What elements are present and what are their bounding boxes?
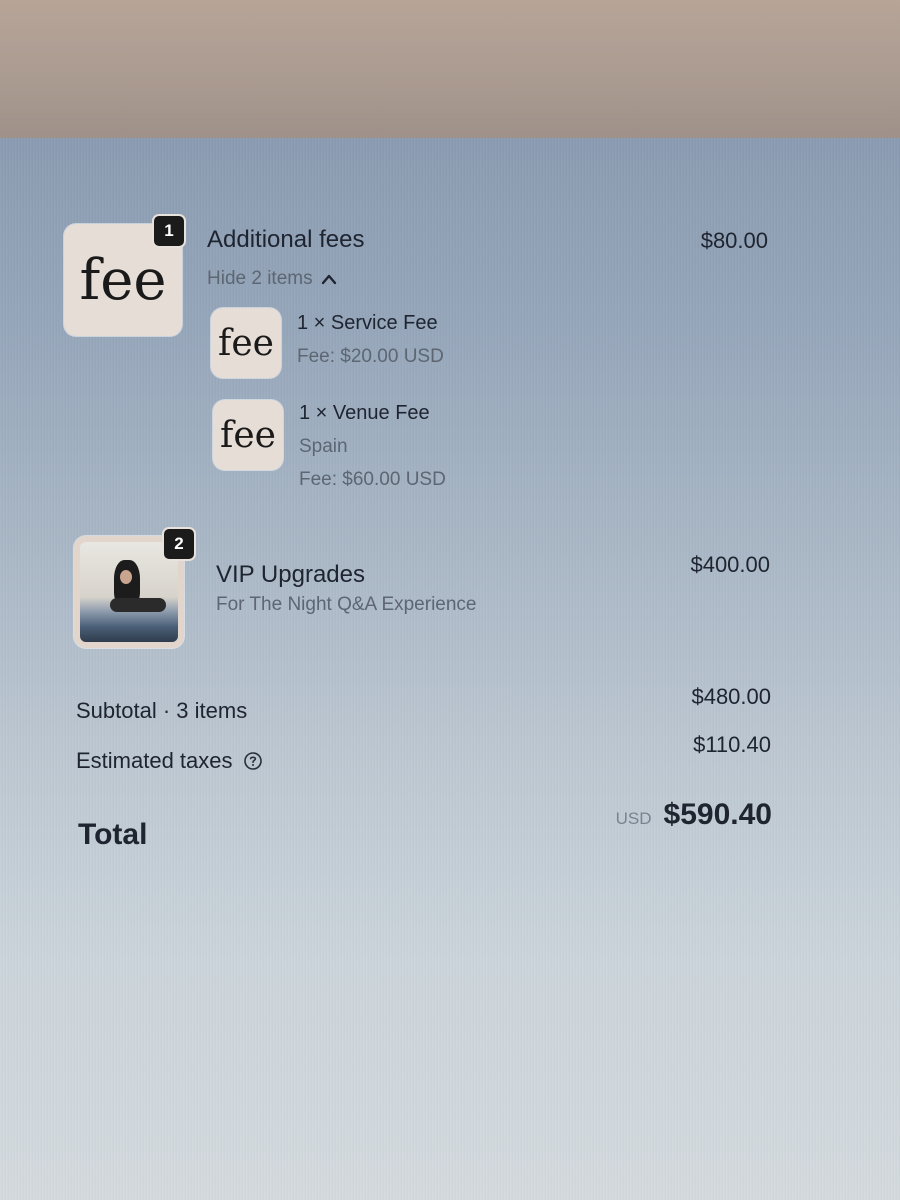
fee-thumbnail-text: fee <box>79 247 167 313</box>
hide-items-toggle[interactable]: Hide 2 items <box>207 268 337 290</box>
question-circle-icon[interactable] <box>243 751 263 771</box>
child-item-fee: Fee: $60.00 USD <box>299 469 446 490</box>
venue-fee-thumbnail: fee <box>213 400 283 470</box>
service-fee-thumbnail: fee <box>211 308 281 378</box>
line-item-price: $400.00 <box>690 552 770 577</box>
child-item-fee: Fee: $20.00 USD <box>297 346 444 367</box>
total-label: Total <box>78 818 148 851</box>
fee-thumbnail-text: fee <box>218 322 274 364</box>
fee-thumbnail-text: fee <box>220 414 276 456</box>
line-item-title: VIP Upgrades <box>216 561 365 588</box>
line-item-subtitle: For The Night Q&A Experience <box>216 594 477 615</box>
chevron-up-icon <box>321 274 336 285</box>
line-item-title: Additional fees <box>207 226 365 253</box>
background-wall <box>0 0 900 145</box>
photo-face <box>120 570 132 584</box>
total-amount: USD $590.40 <box>560 798 772 832</box>
total-currency: USD <box>615 809 652 828</box>
estimated-taxes-value: $110.40 <box>693 732 771 757</box>
estimated-taxes-label: Estimated taxes <box>76 748 233 773</box>
order-summary-panel: fee 1 Additional fees $80.00 Hide 2 item… <box>0 138 900 1200</box>
photo-body <box>110 598 166 612</box>
line-item-price: $80.00 <box>700 228 768 253</box>
quantity-badge: 2 <box>162 527 196 561</box>
child-item-location: Spain <box>299 436 348 457</box>
total-value: $590.40 <box>663 798 772 831</box>
child-item-title: 1 × Service Fee <box>297 312 438 334</box>
child-item-title: 1 × Venue Fee <box>299 402 430 424</box>
hide-items-label: Hide 2 items <box>207 268 313 289</box>
subtotal-label: Subtotal · 3 items <box>76 698 248 723</box>
estimated-taxes-row: Estimated taxes <box>76 748 263 774</box>
subtotal-value: $480.00 <box>691 684 771 709</box>
quantity-badge: 1 <box>152 214 186 248</box>
